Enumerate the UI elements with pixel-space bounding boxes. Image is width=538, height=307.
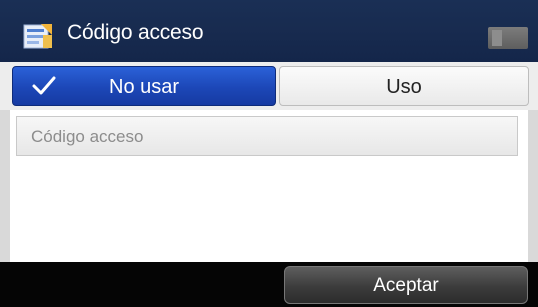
- printer-screen: Código acceso No usar Uso Código acceso …: [0, 0, 538, 307]
- uso-button[interactable]: Uso: [279, 66, 529, 106]
- settings-icon: [23, 24, 52, 49]
- scroll-indicator-notch: [492, 30, 502, 46]
- footer-bar: Aceptar: [0, 262, 538, 307]
- code-input-field[interactable]: Código acceso: [16, 116, 518, 156]
- page-title: Código acceso: [67, 21, 204, 44]
- no-usar-label: No usar: [109, 76, 180, 98]
- no-usar-button[interactable]: No usar: [12, 66, 276, 106]
- toggle-row: No usar Uso: [0, 62, 538, 110]
- code-field-placeholder: Código acceso: [31, 127, 144, 146]
- content-area: Código acceso: [0, 110, 538, 262]
- aceptar-button[interactable]: Aceptar: [284, 266, 528, 304]
- uso-label: Uso: [386, 76, 422, 98]
- header-bar: Código acceso: [0, 0, 538, 62]
- scroll-indicator: [488, 27, 528, 49]
- check-icon: [32, 76, 56, 95]
- aceptar-label: Aceptar: [373, 275, 439, 296]
